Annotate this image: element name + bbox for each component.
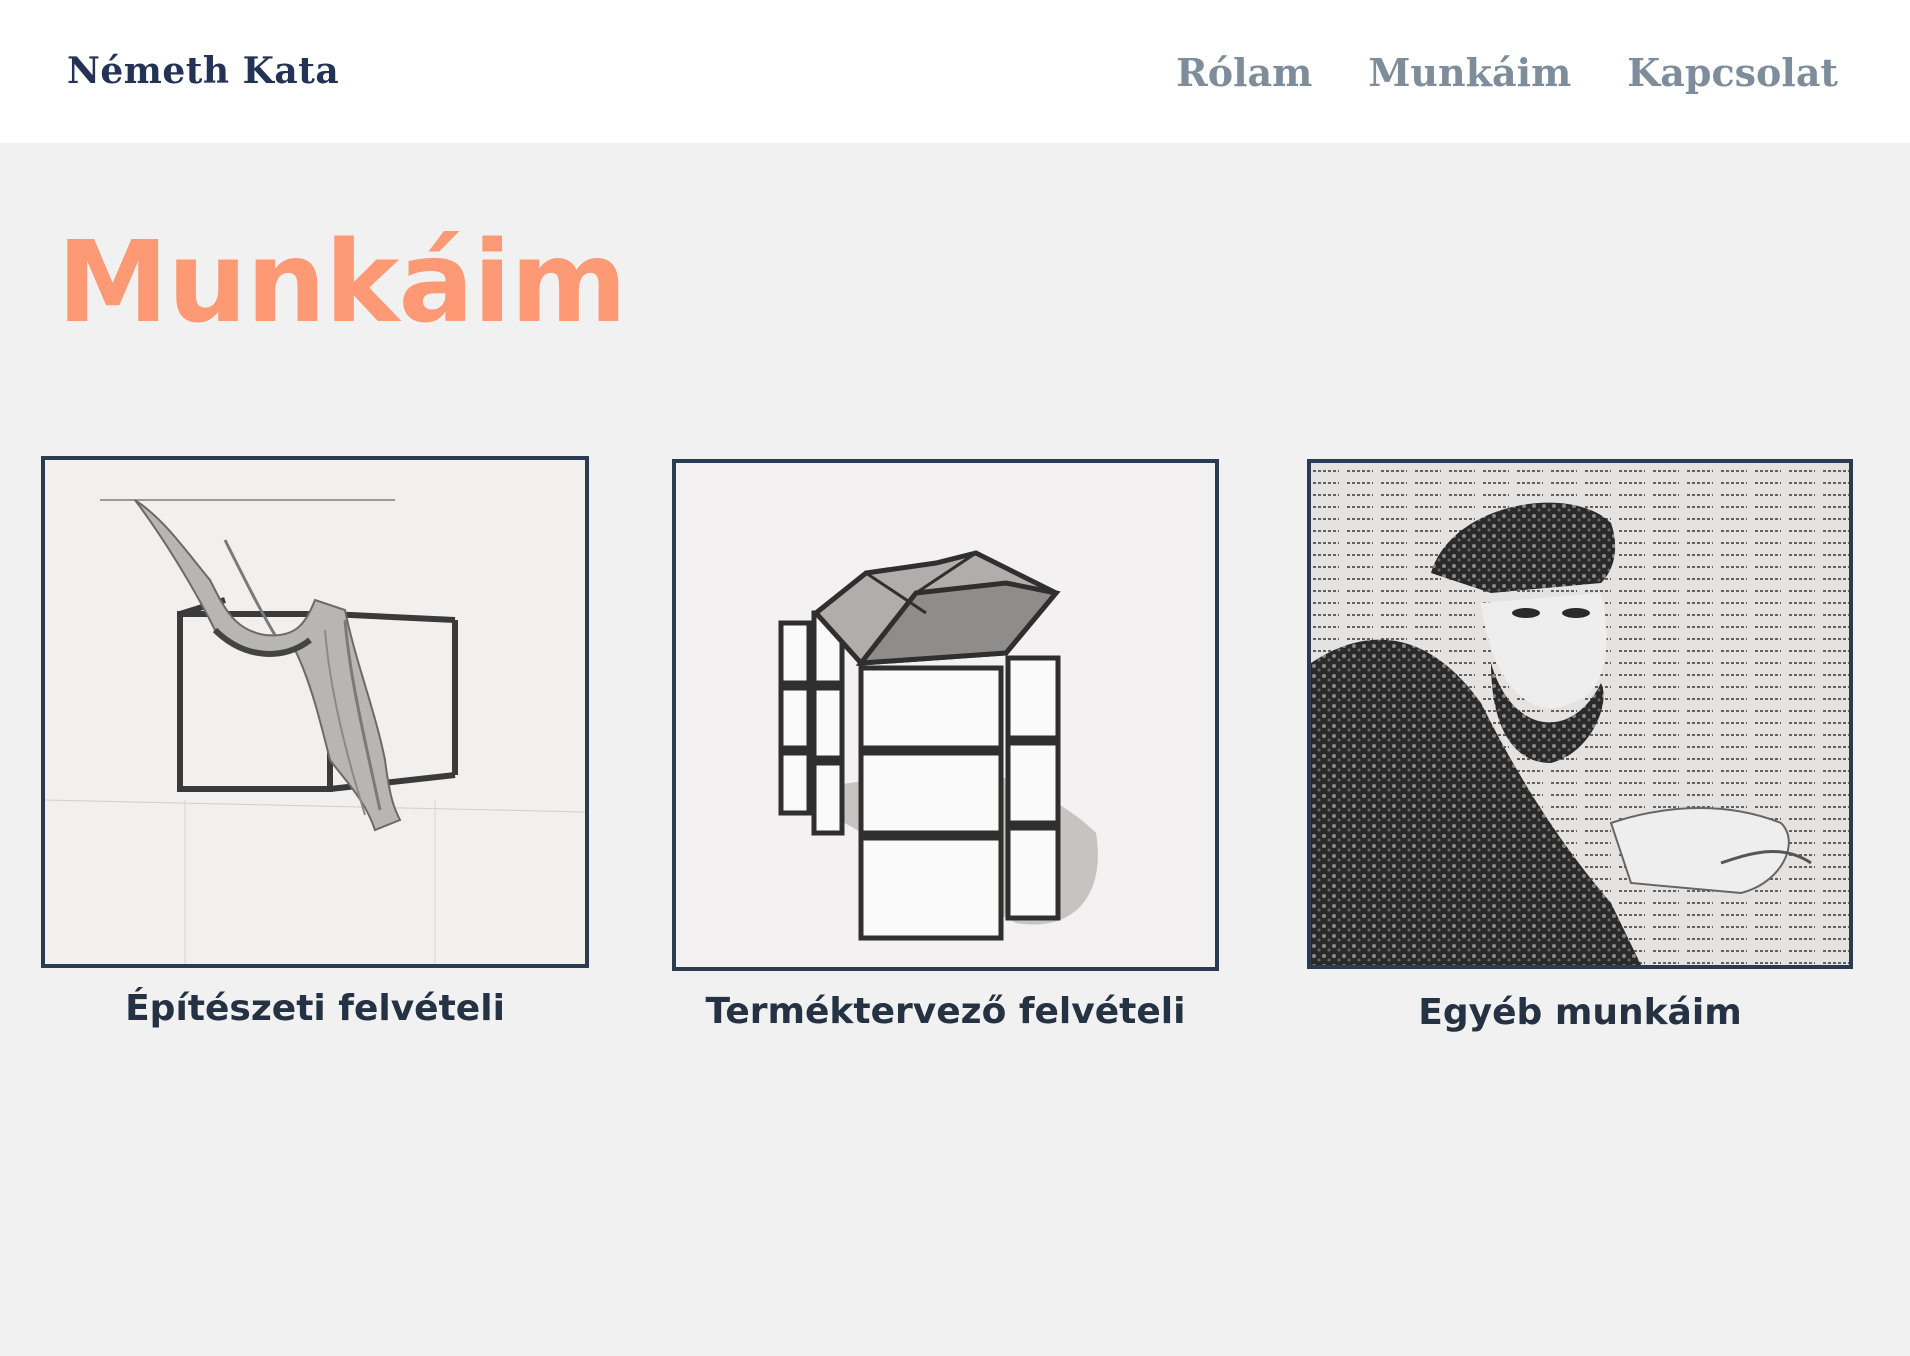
work-image-drapery[interactable] xyxy=(41,456,589,968)
work-card-epiteszeti[interactable]: Építészeti felvételi xyxy=(41,456,589,1036)
cube-drawing xyxy=(676,463,1215,967)
work-caption[interactable]: Egyéb munkáim xyxy=(1307,992,1853,1033)
nav-link-rolam[interactable]: Rólam xyxy=(1176,50,1312,95)
work-card-termektervezo[interactable]: Terméktervező felvételi xyxy=(672,459,1219,1039)
site-header: Németh Kata Rólam Munkáim Kapcsolat xyxy=(0,0,1910,143)
work-caption[interactable]: Terméktervező felvételi xyxy=(672,991,1219,1032)
nav-link-kapcsolat[interactable]: Kapcsolat xyxy=(1627,50,1838,95)
work-card-egyeb[interactable]: Egyéb munkáim xyxy=(1307,459,1853,1041)
portrait-drawing xyxy=(1311,463,1849,965)
brand-logo[interactable]: Németh Kata xyxy=(67,50,339,92)
work-image-mirror-cube[interactable] xyxy=(672,459,1219,971)
nav-link-munkaim[interactable]: Munkáim xyxy=(1368,50,1571,95)
page-title: Munkáim xyxy=(57,218,627,348)
work-image-text-portrait[interactable] xyxy=(1307,459,1853,969)
drapery-drawing xyxy=(45,460,585,964)
work-caption[interactable]: Építészeti felvételi xyxy=(41,988,589,1029)
main-nav: Rólam Munkáim Kapcsolat xyxy=(1176,50,1838,95)
